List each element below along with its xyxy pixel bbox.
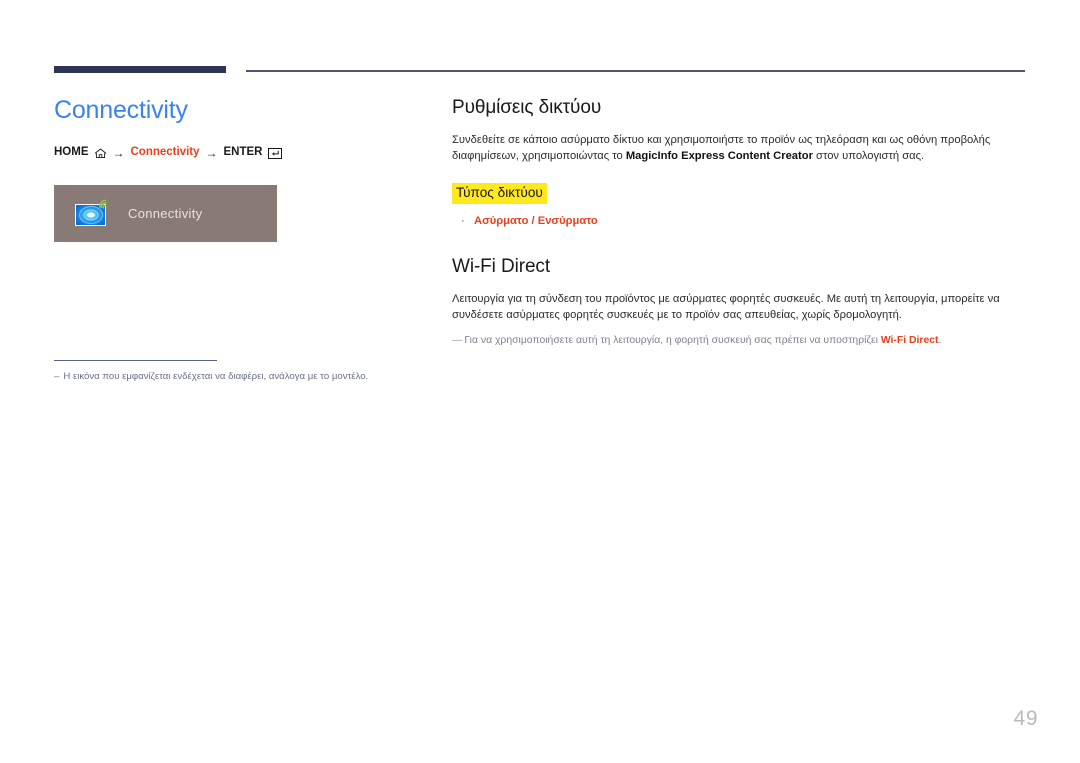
image-disclaimer-note: – Η εικόνα που εμφανίζεται ενδέχεται να δ… xyxy=(54,370,414,384)
network-type-options: Ασύρματο / Ενσύρματο xyxy=(474,215,598,227)
note-term-wifi-direct: Wi-Fi Direct xyxy=(880,334,939,346)
wifi-direct-note: — Για να χρησιμοποιήσετε αυτή τη λειτουργ… xyxy=(452,333,1025,349)
breadcrumb: HOME → Connectivity → ENTER xyxy=(54,145,414,160)
option-wired[interactable]: Ενσύρματο xyxy=(538,215,598,227)
paragraph-part-2: στον υπολογιστή σας. xyxy=(812,150,925,163)
section-heading-network-settings: Ρυθμίσεις δικτύου xyxy=(452,97,602,118)
enter-key-icon xyxy=(267,148,282,160)
right-column: Ρυθμίσεις δικτύου Συνδεθείτε σε κάποιο α… xyxy=(452,96,1025,348)
section-heading-wifi-direct: Wi-Fi Direct xyxy=(452,256,551,278)
header-accent-bar xyxy=(54,66,226,73)
page-header-rules xyxy=(0,0,1080,80)
highlighted-subheading-network-type: Τύπος δικτύου xyxy=(452,183,547,205)
breadcrumb-link-connectivity[interactable]: Connectivity xyxy=(131,146,200,159)
breadcrumb-enter-label: ENTER xyxy=(223,146,263,158)
breadcrumb-home-label: HOME xyxy=(54,146,89,158)
note-text-part-2: . xyxy=(938,334,942,346)
breadcrumb-arrow-2: → xyxy=(205,145,218,160)
bullet-marker: · xyxy=(461,215,465,228)
page-title: Connectivity xyxy=(54,96,188,124)
breadcrumb-arrow-1: → xyxy=(112,145,125,160)
note-divider xyxy=(54,360,217,362)
note-text: Η εικόνα που εμφανίζεται ενδέχεται να δι… xyxy=(63,371,369,382)
paragraph-bold-term: MagicInfo Express Content Creator xyxy=(625,150,813,163)
network-settings-paragraph: Συνδεθείτε σε κάποιο ασύρματο δίκτυο και… xyxy=(452,132,1025,165)
wifi-direct-paragraph: Λειτουργία για τη σύνδεση του προϊόντος … xyxy=(452,293,1000,322)
connectivity-thumbnail: Connectivity xyxy=(54,185,277,242)
wifi-signal-icon xyxy=(98,197,111,209)
home-icon xyxy=(94,148,107,159)
option-separator: / xyxy=(528,215,538,228)
option-wireless[interactable]: Ασύρματο xyxy=(474,215,528,227)
page-number: 49 xyxy=(1013,707,1038,730)
network-type-options-row: · Ασύρματο / Ενσύρματο xyxy=(452,215,1025,227)
connectivity-thumbnail-label: Connectivity xyxy=(128,206,203,221)
header-divider-line xyxy=(246,70,1025,72)
note-text-part-1: Για να χρησιμοποιήσετε αυτή τη λειτουργί… xyxy=(464,334,881,346)
left-column: Connectivity HOME → Connectivity → ENTER xyxy=(54,96,414,382)
note-dash: – xyxy=(54,371,60,382)
note-long-dash: — xyxy=(452,334,462,346)
connectivity-screen-icon xyxy=(75,199,108,226)
